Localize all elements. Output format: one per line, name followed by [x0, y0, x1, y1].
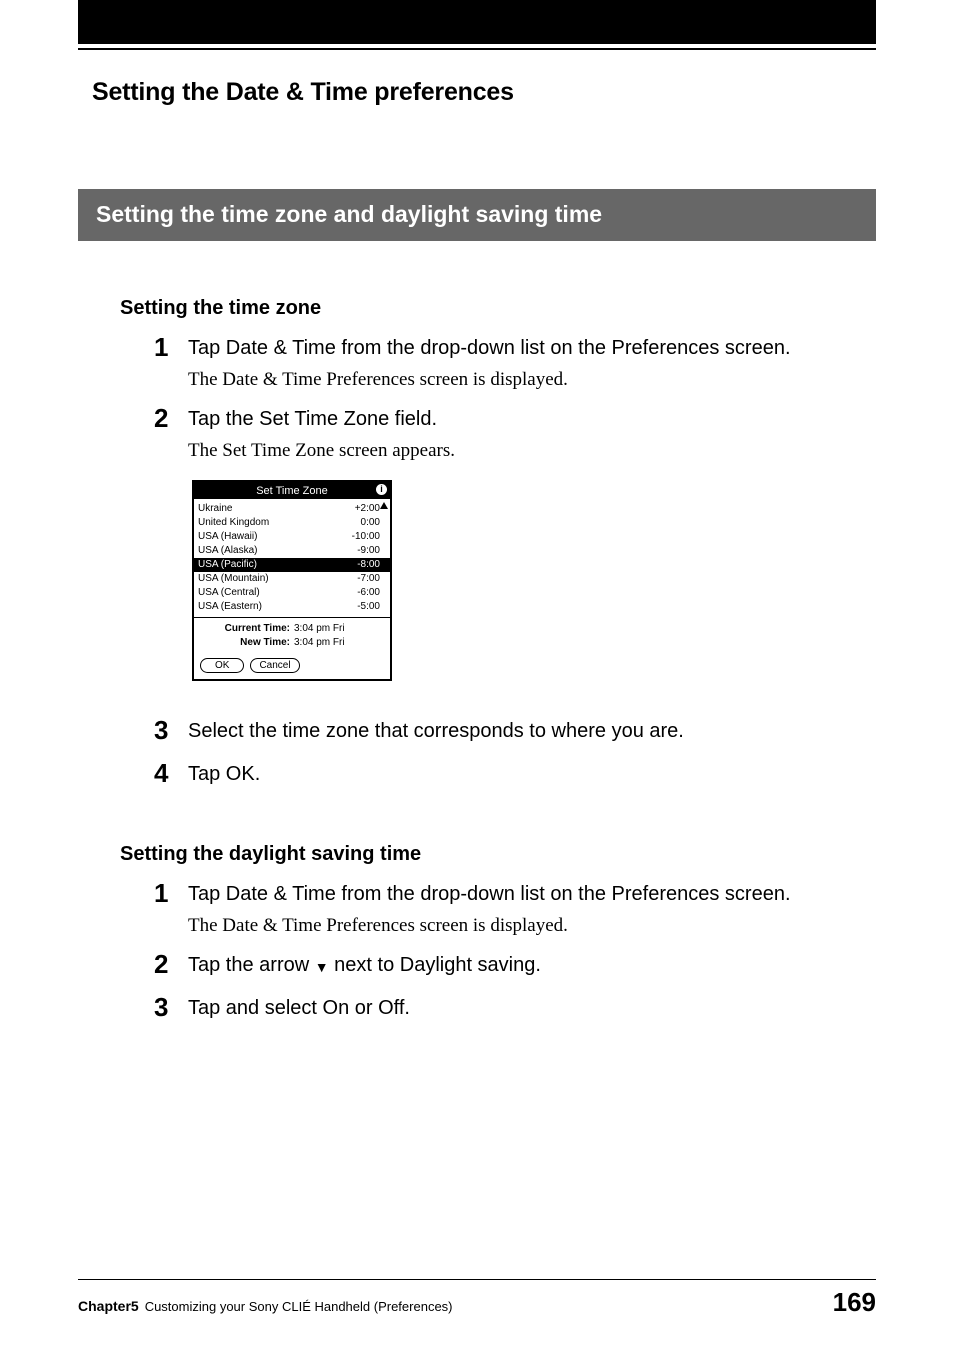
- step-text: Tap the arrow ▼ next to Daylight saving.: [188, 951, 876, 980]
- pda-title-text: Set Time Zone: [256, 485, 328, 497]
- pda-dialog-title: Set Time Zone i: [194, 482, 390, 499]
- footer-chapter-text: Customizing your Sony CLIÉ Handheld (Pre…: [145, 1299, 453, 1314]
- step-text: Select the time zone that corresponds to…: [188, 717, 876, 746]
- header-rule: [78, 48, 876, 50]
- heading-dst: Setting the daylight saving time: [120, 843, 876, 866]
- step-number: 2: [154, 405, 188, 431]
- pda-screenshot: Set Time Zone i Ukraine+2:00 United King…: [192, 480, 392, 681]
- step-text: Tap and select On or Off.: [188, 994, 876, 1023]
- tz-row: USA (Mountain)-7:00: [194, 572, 390, 586]
- new-time-label: New Time:: [200, 636, 290, 650]
- step-number: 1: [154, 334, 188, 360]
- step-subtext: The Set Time Zone screen appears.: [188, 440, 876, 462]
- scroll-up-icon: [380, 502, 388, 509]
- step-number: 3: [154, 994, 188, 1020]
- current-time-value: 3:04 pm Fri: [294, 622, 345, 636]
- step-text-post: next to Daylight saving.: [329, 954, 541, 976]
- tz-row: USA (Alaska)-9:00: [194, 544, 390, 558]
- new-time-value: 3:04 pm Fri: [294, 636, 345, 650]
- current-time-label: Current Time:: [200, 622, 290, 636]
- page-number: 169: [833, 1287, 876, 1318]
- tz-row: USA (Central)-6:00: [194, 586, 390, 600]
- header-black-bar: [78, 0, 876, 44]
- footer-chapter: Chapter5: [78, 1298, 139, 1314]
- section-bar-heading: Setting the time zone and daylight savin…: [78, 189, 876, 241]
- tz-row: USA (Hawaii)-10:00: [194, 530, 390, 544]
- pda-time-readout: Current Time: 3:04 pm Fri New Time: 3:04 p…: [194, 618, 390, 654]
- dropdown-arrow-icon: ▼: [315, 960, 329, 974]
- tz-row: USA (Eastern)-5:00: [194, 600, 390, 614]
- footer-rule: [78, 1279, 876, 1280]
- step-text: Tap OK.: [188, 760, 876, 789]
- step-subtext: The Date & Time Preferences screen is di…: [188, 369, 876, 391]
- tz-row: United Kingdom0:00: [194, 516, 390, 530]
- footer-left: Chapter5 Customizing your Sony CLIÉ Handh…: [78, 1298, 453, 1314]
- step-number: 3: [154, 717, 188, 743]
- tz-row-selected: USA (Pacific)-8:00: [194, 558, 390, 572]
- step-number: 1: [154, 880, 188, 906]
- step-text-pre: Tap the arrow: [188, 954, 315, 976]
- step-subtext: The Date & Time Preferences screen is di…: [188, 915, 876, 937]
- pda-timezone-list: Ukraine+2:00 United Kingdom0:00 USA (Haw…: [194, 499, 390, 614]
- step-number: 2: [154, 951, 188, 977]
- pda-ok-button: OK: [200, 658, 244, 673]
- step-text: Tap the Set Time Zone field.: [188, 405, 876, 434]
- chapter-heading: Setting the Date & Time preferences: [92, 78, 876, 107]
- heading-time-zone: Setting the time zone: [120, 297, 876, 320]
- step-text: Tap Date & Time from the drop-down list …: [188, 334, 876, 363]
- tz-row: Ukraine+2:00: [194, 502, 390, 516]
- step-text: Tap Date & Time from the drop-down list …: [188, 880, 876, 909]
- info-icon: i: [376, 484, 387, 495]
- step-number: 4: [154, 760, 188, 786]
- pda-cancel-button: Cancel: [250, 658, 299, 673]
